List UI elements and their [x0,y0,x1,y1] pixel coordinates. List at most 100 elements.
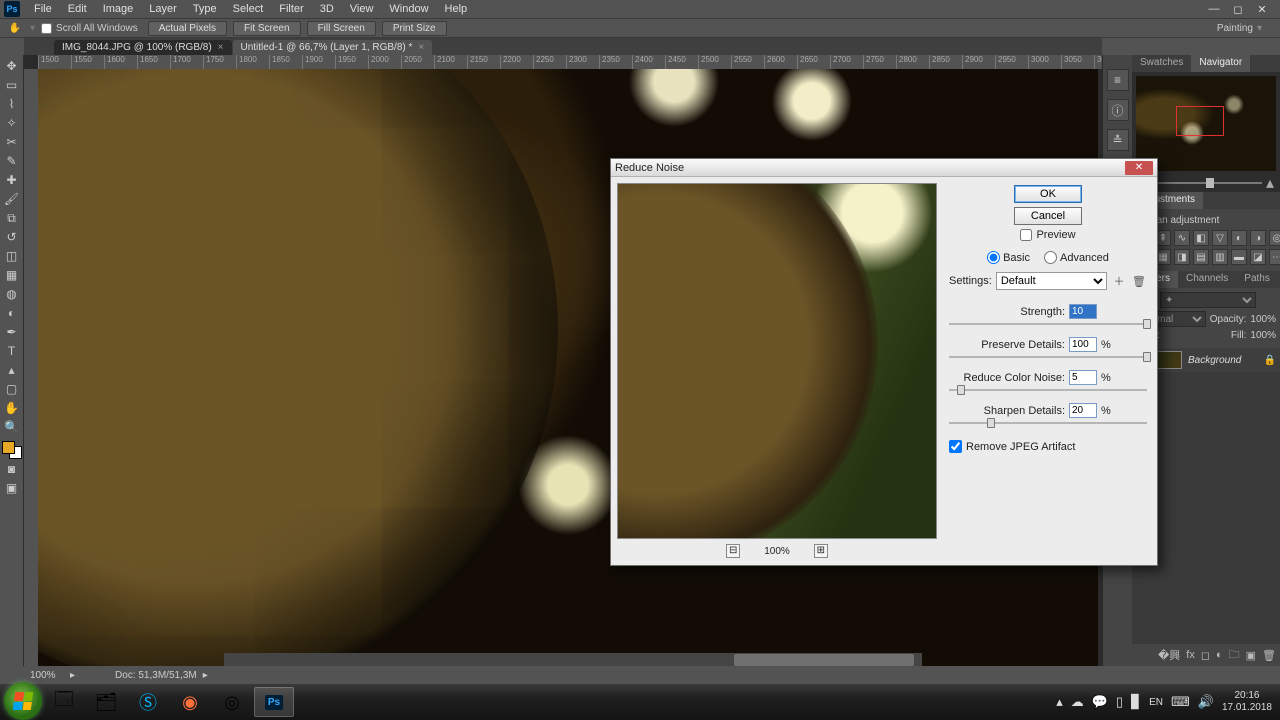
hand-tool-icon[interactable]: ✋ [6,19,24,37]
layer-mask-icon[interactable]: ◻ [1201,649,1210,662]
taskbar-skype-icon[interactable]: Ⓢ [128,687,168,717]
properties-panel-icon[interactable]: ≛ [1107,129,1129,151]
maximize-button[interactable]: ◻ [1228,3,1248,16]
dialog-preview-image[interactable] [617,183,937,539]
menu-view[interactable]: View [342,1,382,17]
zoom-in-button[interactable]: ⊞ [814,544,828,558]
layer-name[interactable]: Background [1188,355,1264,366]
menu-layer[interactable]: Layer [141,1,185,17]
close-button[interactable]: ✕ [1252,3,1272,16]
strength-slider[interactable] [949,321,1147,327]
tab-close-icon[interactable]: × [218,42,224,53]
menu-image[interactable]: Image [95,1,142,17]
tray-chevron-icon[interactable]: ▴ [1056,694,1063,710]
adj-curves-icon[interactable]: ∿ [1174,230,1190,246]
link-layers-icon[interactable]: �興 [1158,647,1180,663]
fill-value[interactable]: 100% [1250,330,1276,341]
taskbar-taskview-icon[interactable]: 🗔 [44,687,84,717]
status-zoom[interactable]: 100% [30,670,70,681]
ok-button[interactable]: OK [1014,185,1082,203]
eraser-tool[interactable]: ◫ [1,247,23,265]
tray-volume-icon[interactable]: 🔊 [1198,694,1214,710]
adj-vibrance-icon[interactable]: ▽ [1212,230,1228,246]
tray-onedrive-icon[interactable]: ☁ [1071,694,1084,710]
menu-type[interactable]: Type [185,1,225,17]
screen-mode-toggle[interactable]: ▣ [1,479,23,497]
history-brush-tool[interactable]: ↺ [1,228,23,246]
dialog-close-button[interactable]: ✕ [1125,161,1153,175]
tray-battery-icon[interactable]: ▯ [1116,694,1123,710]
type-tool[interactable]: T [1,342,23,360]
brush-tool[interactable]: 🖌 [1,190,23,208]
option-actual-pixels[interactable]: Actual Pixels [148,21,227,36]
info-panel-icon[interactable]: ⓘ [1107,99,1129,121]
taskbar-explorer-icon[interactable]: 🗂 [86,687,126,717]
healing-brush-tool[interactable]: ✚ [1,171,23,189]
dodge-tool[interactable]: ◐ [1,304,23,322]
menu-file[interactable]: File [26,1,60,17]
horizontal-scrollbar[interactable] [224,653,922,666]
start-button[interactable] [4,682,42,720]
adj-more-icon[interactable]: ⋯ [1269,249,1280,265]
zoom-out-button[interactable]: ⊟ [726,544,740,558]
adj-photo-filter-icon[interactable]: ◎ [1269,230,1280,246]
preserve-slider[interactable] [949,354,1147,360]
status-popup-icon[interactable]: ▸ [70,670,75,681]
quick-mask-toggle[interactable]: ◙ [1,460,23,478]
delete-layer-icon[interactable]: 🗑 [1262,649,1276,662]
blur-tool[interactable]: ◍ [1,285,23,303]
remove-jpeg-artifact-checkbox[interactable]: Remove JPEG Artifact [949,440,1147,453]
adj-gradient-map-icon[interactable]: ▬ [1231,249,1247,265]
hand-tool[interactable]: ✋ [1,399,23,417]
tab-channels[interactable]: Channels [1178,271,1236,288]
cancel-button[interactable]: Cancel [1014,207,1082,225]
menu-window[interactable]: Window [381,1,436,17]
crop-tool[interactable]: ✂ [1,133,23,151]
scroll-all-windows-checkbox[interactable]: Scroll All Windows [41,23,138,34]
opacity-value[interactable]: 100% [1250,314,1276,325]
horizontal-scrollbar-thumb[interactable] [734,654,914,666]
menu-edit[interactable]: Edit [60,1,95,17]
document-tab[interactable]: IMG_8044.JPG @ 100% (RGB/8)× [54,40,232,55]
option-print-size[interactable]: Print Size [382,21,447,36]
tray-input-icon[interactable]: ⌨ [1171,694,1190,710]
path-selection-tool[interactable]: ▴ [1,361,23,379]
adj-bw-icon[interactable]: ◑ [1250,230,1266,246]
magic-wand-tool[interactable]: ✧ [1,114,23,132]
workspace-switcher[interactable]: Painting [1217,23,1253,34]
tray-clock[interactable]: 20:16 17.01.2018 [1222,690,1272,714]
option-fit-screen[interactable]: Fit Screen [233,21,301,36]
adj-exposure-icon[interactable]: ◧ [1193,230,1209,246]
navigator-thumbnail[interactable] [1136,76,1276,171]
tray-action-center-icon[interactable]: 💬 [1092,694,1108,710]
strength-input[interactable] [1069,304,1097,319]
layer-thumbnail[interactable] [1156,351,1182,369]
minimize-button[interactable]: — [1204,3,1224,16]
tray-network-icon[interactable]: ▊ [1131,694,1141,710]
new-layer-icon[interactable]: ▣ [1246,649,1256,662]
advanced-radio[interactable]: Advanced [1044,251,1109,264]
zoom-tool[interactable]: 🔍 [1,418,23,436]
menu-filter[interactable]: Filter [271,1,311,17]
shape-tool[interactable]: ▢ [1,380,23,398]
sharpen-input[interactable] [1069,403,1097,418]
settings-select[interactable]: Default [996,272,1107,290]
adj-threshold-icon[interactable]: ▥ [1212,249,1228,265]
navigator-zoom-slider[interactable]: ▴ ▴ [1138,176,1274,190]
dialog-titlebar[interactable]: Reduce Noise ✕ [611,159,1157,177]
layer-style-icon[interactable]: fx [1186,649,1195,661]
marquee-tool[interactable]: ▭ [1,76,23,94]
basic-radio[interactable]: Basic [987,251,1030,264]
eyedropper-tool[interactable]: ✎ [1,152,23,170]
taskbar-photoshop-icon[interactable]: Ps [254,687,294,717]
move-tool[interactable]: ✥ [1,57,23,75]
lasso-tool[interactable]: ⌇ [1,95,23,113]
tab-navigator[interactable]: Navigator [1191,55,1250,72]
sharpen-slider[interactable] [949,420,1147,426]
menu-3d[interactable]: 3D [312,1,342,17]
new-group-icon[interactable]: 🗀 [1229,646,1240,665]
adj-hue-icon[interactable]: ◐ [1231,230,1247,246]
menu-select[interactable]: Select [225,1,272,17]
adj-selective-color-icon[interactable]: ◪ [1250,249,1266,265]
tray-language[interactable]: EN [1149,697,1163,708]
